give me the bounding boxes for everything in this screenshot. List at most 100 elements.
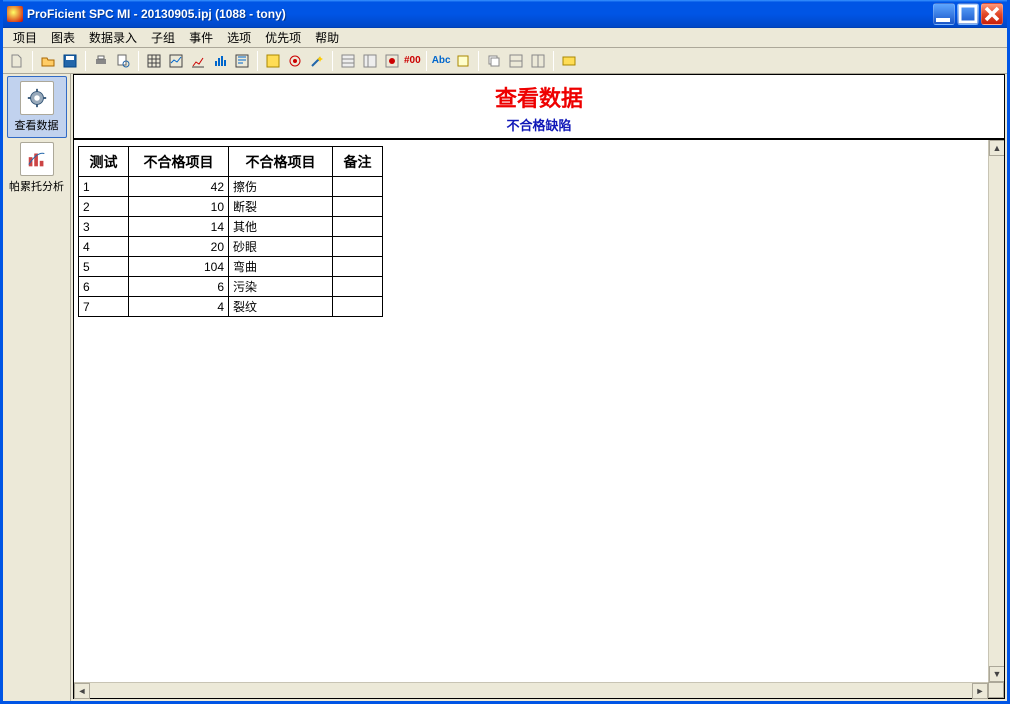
toolbar-separator xyxy=(257,51,258,71)
tool-save-icon[interactable] xyxy=(60,51,80,71)
col-header-test: 测试 xyxy=(79,147,129,177)
maximize-button[interactable] xyxy=(957,3,979,25)
vertical-scrollbar[interactable]: ▲ ▼ xyxy=(988,140,1004,682)
cell-count: 4 xyxy=(129,297,229,317)
menu-project[interactable]: 项目 xyxy=(7,27,43,48)
col-header-defect: 不合格项目 xyxy=(229,147,333,177)
tool-layout1-icon[interactable] xyxy=(506,51,526,71)
menu-help[interactable]: 帮助 xyxy=(309,27,345,48)
tool-grid-icon[interactable] xyxy=(144,51,164,71)
document-title: 查看数据 xyxy=(74,81,1004,113)
tool-yellow2-icon[interactable] xyxy=(559,51,579,71)
tool-chart1-icon[interactable] xyxy=(166,51,186,71)
scroll-corner xyxy=(988,682,1004,698)
scroll-up-icon[interactable]: ▲ xyxy=(989,140,1004,156)
cell-remark xyxy=(333,277,383,297)
toolbar-separator xyxy=(332,51,333,71)
cell-count: 104 xyxy=(129,257,229,277)
table-row[interactable]: 314其他 xyxy=(79,217,383,237)
tool-print-icon[interactable] xyxy=(91,51,111,71)
body-area: 查看数据 帕累托分析 查看数据 不合格缺陷 测试 不合格项目 xyxy=(3,74,1007,701)
cell-index: 1 xyxy=(79,177,129,197)
cell-defect: 弯曲 xyxy=(229,257,333,277)
table-row[interactable]: 420砂眼 xyxy=(79,237,383,257)
cell-count: 20 xyxy=(129,237,229,257)
tool-hash-icon[interactable]: #00 xyxy=(404,51,421,71)
tool-alarm-icon[interactable] xyxy=(382,51,402,71)
document-area: 查看数据 不合格缺陷 测试 不合格项目 不合格项目 备注 142擦伤210断裂3… xyxy=(73,74,1005,699)
tool-wand-icon[interactable] xyxy=(307,51,327,71)
tool-copy-icon[interactable] xyxy=(484,51,504,71)
table-row[interactable]: 5104弯曲 xyxy=(79,257,383,277)
cell-remark xyxy=(333,197,383,217)
menu-bar: 项目 图表 数据录入 子组 事件 选项 优先项 帮助 xyxy=(3,28,1007,48)
close-button[interactable] xyxy=(981,3,1003,25)
menu-subgroup[interactable]: 子组 xyxy=(145,27,181,48)
sidebar-item-label: 帕累托分析 xyxy=(7,178,67,194)
cell-defect: 擦伤 xyxy=(229,177,333,197)
tool-sheet1-icon[interactable] xyxy=(338,51,358,71)
tool-print-preview-icon[interactable] xyxy=(113,51,133,71)
tool-sheet2-icon[interactable] xyxy=(360,51,380,71)
cell-remark xyxy=(333,177,383,197)
cell-index: 5 xyxy=(79,257,129,277)
window-title: ProFicient SPC MI - 20130905.ipj (1088 -… xyxy=(27,7,933,21)
toolbar-separator xyxy=(32,51,33,71)
cell-remark xyxy=(333,297,383,317)
app-window: ProFicient SPC MI - 20130905.ipj (1088 -… xyxy=(0,0,1010,704)
scroll-left-icon[interactable]: ◄ xyxy=(74,683,90,699)
tool-chart2-icon[interactable] xyxy=(188,51,208,71)
data-table: 测试 不合格项目 不合格项目 备注 142擦伤210断裂314其他420砂眼51… xyxy=(78,146,383,317)
menu-priority[interactable]: 优先项 xyxy=(259,27,307,48)
document-body: 测试 不合格项目 不合格项目 备注 142擦伤210断裂314其他420砂眼51… xyxy=(74,140,1004,682)
app-icon xyxy=(7,6,23,22)
title-bar[interactable]: ProFicient SPC MI - 20130905.ipj (1088 -… xyxy=(3,0,1007,28)
cell-defect: 污染 xyxy=(229,277,333,297)
cell-defect: 其他 xyxy=(229,217,333,237)
menu-options[interactable]: 选项 xyxy=(221,27,257,48)
sidebar-item-pareto[interactable]: 帕累托分析 xyxy=(7,138,67,198)
cell-index: 4 xyxy=(79,237,129,257)
menu-chart[interactable]: 图表 xyxy=(45,27,81,48)
toolbar: #00 Abc xyxy=(3,48,1007,74)
horizontal-scrollbar[interactable]: ◄ ► xyxy=(74,682,988,698)
cell-defect: 裂纹 xyxy=(229,297,333,317)
toolbar-separator xyxy=(138,51,139,71)
cell-count: 42 xyxy=(129,177,229,197)
tool-histogram-icon[interactable] xyxy=(210,51,230,71)
sidebar-item-view-data[interactable]: 查看数据 xyxy=(7,76,67,138)
col-header-remark: 备注 xyxy=(333,147,383,177)
toolbar-separator xyxy=(553,51,554,71)
pareto-icon xyxy=(20,142,54,176)
tool-abc-icon[interactable]: Abc xyxy=(432,51,451,71)
tool-yellow1-icon[interactable] xyxy=(263,51,283,71)
table-row[interactable]: 66污染 xyxy=(79,277,383,297)
table-row[interactable]: 142擦伤 xyxy=(79,177,383,197)
tool-layout2-icon[interactable] xyxy=(528,51,548,71)
tool-target-icon[interactable] xyxy=(285,51,305,71)
tool-stats-icon[interactable] xyxy=(232,51,252,71)
toolbar-separator xyxy=(426,51,427,71)
tool-note-icon[interactable] xyxy=(453,51,473,71)
tool-open-icon[interactable] xyxy=(38,51,58,71)
cell-count: 6 xyxy=(129,277,229,297)
cell-count: 14 xyxy=(129,217,229,237)
cell-defect: 断裂 xyxy=(229,197,333,217)
table-row[interactable]: 210断裂 xyxy=(79,197,383,217)
scroll-down-icon[interactable]: ▼ xyxy=(989,666,1004,682)
cell-remark xyxy=(333,237,383,257)
cell-index: 7 xyxy=(79,297,129,317)
cell-remark xyxy=(333,257,383,277)
tool-new-icon[interactable] xyxy=(7,51,27,71)
scroll-right-icon[interactable]: ► xyxy=(972,683,988,699)
table-row[interactable]: 74裂纹 xyxy=(79,297,383,317)
cell-index: 3 xyxy=(79,217,129,237)
menu-events[interactable]: 事件 xyxy=(183,27,219,48)
menu-data-entry[interactable]: 数据录入 xyxy=(83,27,143,48)
document-header: 查看数据 不合格缺陷 xyxy=(74,75,1004,140)
minimize-button[interactable] xyxy=(933,3,955,25)
toolbar-separator xyxy=(85,51,86,71)
cell-defect: 砂眼 xyxy=(229,237,333,257)
gear-icon xyxy=(20,81,54,115)
sidebar-item-label: 查看数据 xyxy=(8,117,66,133)
